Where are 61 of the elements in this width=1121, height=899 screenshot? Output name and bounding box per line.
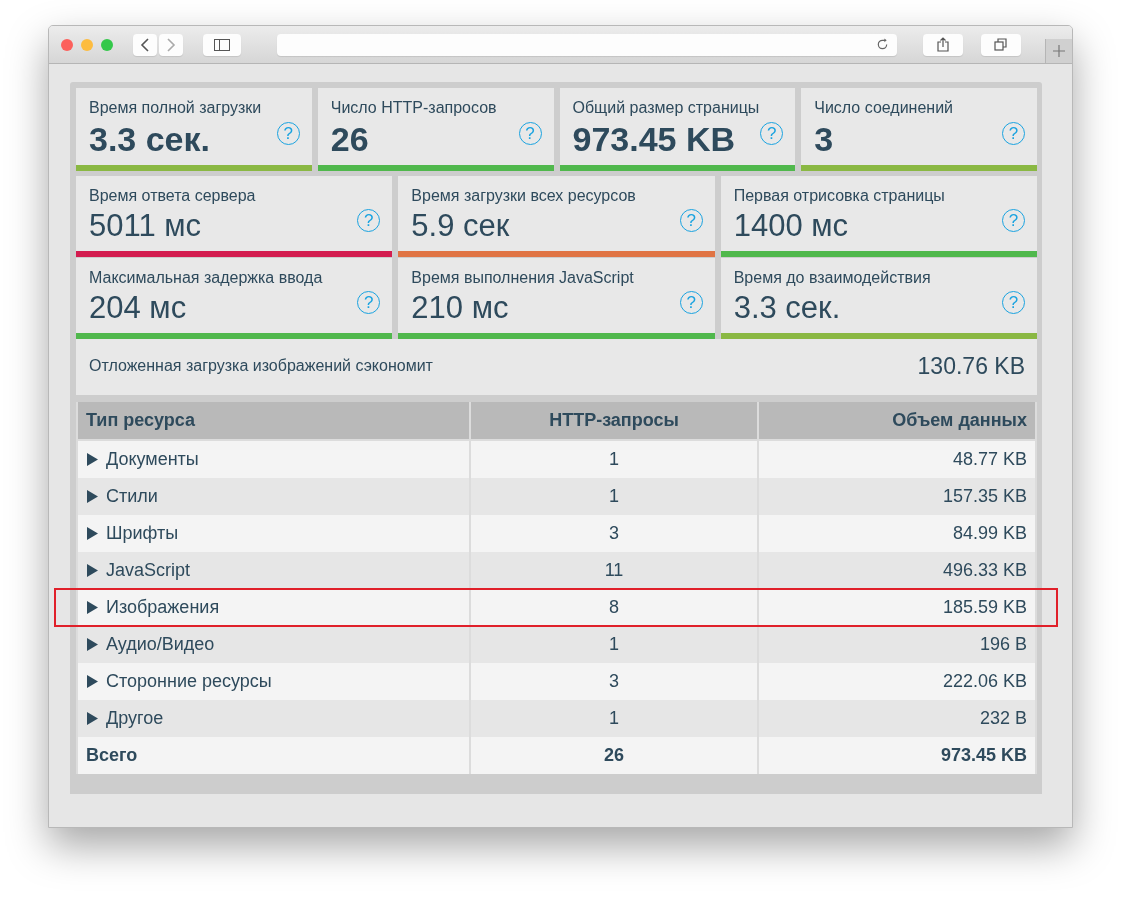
table-cell: 11	[470, 552, 758, 589]
savings-value: 130.76 KB	[917, 352, 1025, 380]
metric-value: 210 мс	[411, 289, 509, 327]
metric-value: 204 мс	[89, 289, 187, 327]
chevron-right-icon	[166, 37, 176, 52]
table-cell: 1	[470, 700, 758, 737]
table-cell: 3	[470, 515, 758, 552]
table-cell: 157.35 KB	[758, 478, 1036, 515]
table-cell: 496.33 KB	[758, 552, 1036, 589]
table-cell: 1	[470, 440, 758, 478]
table-cell: 26	[470, 737, 758, 774]
table-cell: 48.77 KB	[758, 440, 1036, 478]
sidebar-icon	[214, 38, 230, 51]
expand-icon[interactable]	[86, 453, 98, 466]
table-cell: 973.45 KB	[758, 737, 1036, 774]
expand-icon[interactable]	[86, 490, 98, 503]
tabs-icon	[994, 38, 1008, 51]
table-cell: 1	[470, 626, 758, 663]
table-cell: 84.99 KB	[758, 515, 1036, 552]
table-cell: 222.06 KB	[758, 663, 1036, 700]
metric-label: Число соединений	[814, 99, 955, 117]
share-icon	[937, 37, 949, 52]
column-header: HTTP-запросы	[470, 402, 758, 440]
expand-icon[interactable]	[86, 601, 98, 614]
column-header: Тип ресурса	[77, 402, 470, 440]
savings-label: Отложенная загрузка изображений сэкономит	[89, 357, 433, 375]
metric-label: Число HTTP-запросов	[330, 99, 498, 117]
expand-icon[interactable]	[86, 527, 98, 540]
column-header: Объем данных	[758, 402, 1036, 440]
metric-value: 5011 мс	[89, 207, 202, 245]
metric-value: 3.3 сек.	[89, 119, 210, 159]
metric-value: 3.3 сек.	[733, 289, 841, 327]
expand-icon[interactable]	[86, 712, 98, 725]
chevron-left-icon	[140, 37, 150, 52]
metric-label: Время загрузки всех ресурсов	[411, 187, 637, 205]
metric-label: Время полной загрузки	[89, 99, 263, 117]
expand-icon[interactable]	[86, 675, 98, 688]
metric-value: 5.9 сек	[411, 207, 510, 245]
metric-label: Первая отрисовка страницы	[733, 187, 946, 205]
metric-value: 973.45 KB	[572, 119, 736, 159]
table-cell: 196 B	[758, 626, 1036, 663]
metric-value: 1400 мс	[733, 207, 849, 245]
metric-label: Время выполнения JavaScript	[411, 269, 635, 287]
table-cell: 3	[470, 663, 758, 700]
expand-icon[interactable]	[86, 638, 98, 651]
expand-icon[interactable]	[86, 564, 98, 577]
sidebar-button[interactable]	[203, 33, 241, 56]
metric-label: Максимальная задержка ввода	[89, 269, 324, 287]
reload-icon[interactable]	[876, 38, 889, 51]
metric-value: 3	[814, 119, 834, 159]
metric-label: Время ответа сервера	[89, 187, 257, 205]
tabs-button[interactable]	[981, 33, 1021, 56]
plus-icon	[1053, 45, 1065, 57]
back-button[interactable]	[133, 33, 157, 56]
metric-label: Время до взаимодействия	[733, 269, 932, 287]
metric-value: 26	[330, 119, 369, 159]
table-cell: Всего	[77, 737, 470, 774]
metric-label: Общий размер страницы	[572, 99, 761, 117]
table-cell: 1	[470, 478, 758, 515]
table-cell: 232 B	[758, 700, 1036, 737]
share-button[interactable]	[923, 33, 963, 56]
